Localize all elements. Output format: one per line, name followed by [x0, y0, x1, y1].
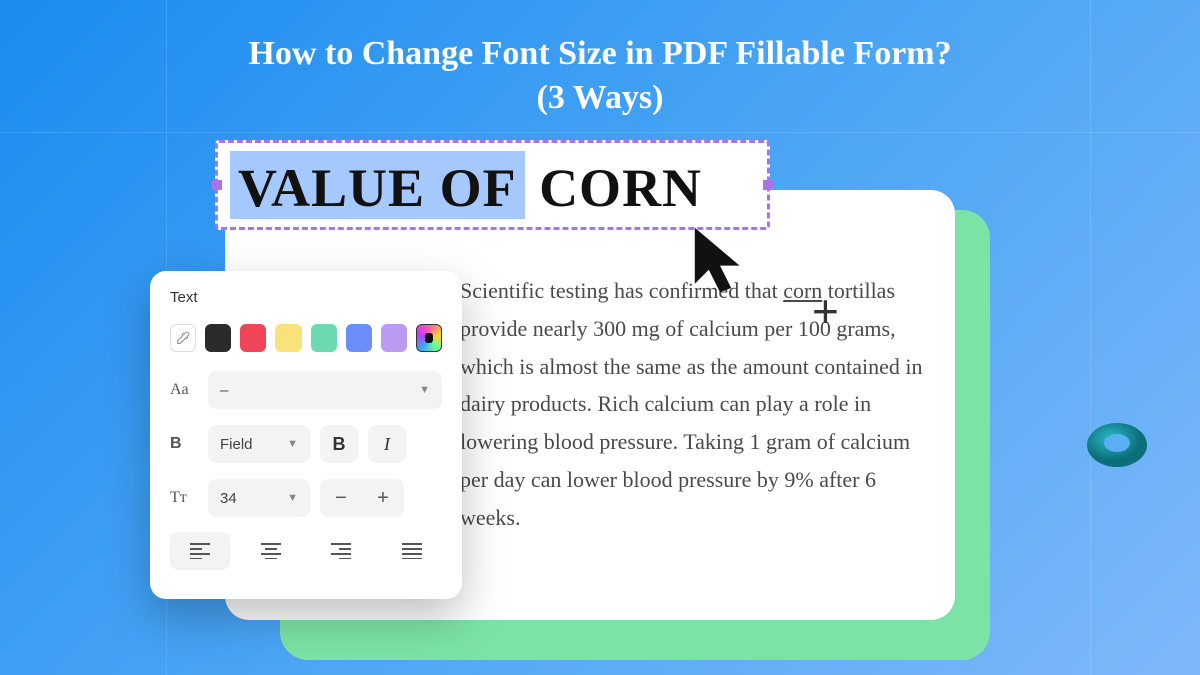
chevron-down-icon: ▼: [419, 384, 430, 396]
font-style-value: Field: [220, 436, 253, 453]
chevron-down-icon: ▼: [287, 438, 298, 450]
heading-highlighted: VALUE OF: [230, 151, 525, 219]
eyedropper-button[interactable]: [170, 324, 196, 352]
color-swatch-row: [170, 324, 442, 352]
font-size-row: Tт 34 ▼ − +: [170, 478, 442, 518]
selected-text-field[interactable]: VALUE OF CORN: [215, 140, 770, 230]
resize-handle-left[interactable]: [212, 180, 222, 190]
font-size-spinner: − +: [320, 479, 404, 517]
align-justify-icon: [402, 543, 422, 559]
bold-button[interactable]: B: [320, 425, 358, 463]
text-size-icon: Tт: [170, 489, 198, 507]
font-style-dropdown[interactable]: Field ▼: [208, 425, 310, 463]
bold-row-icon: B: [170, 435, 198, 453]
title-line1: How to Change Font Size in PDF Fillable …: [248, 35, 951, 72]
color-red[interactable]: [240, 324, 266, 352]
crosshair-icon: +: [812, 284, 839, 338]
font-size-dropdown[interactable]: 34 ▼: [208, 479, 310, 517]
align-right-icon: [331, 543, 351, 559]
italic-button[interactable]: I: [368, 425, 406, 463]
color-picker-button[interactable]: [416, 324, 442, 352]
align-center-button[interactable]: [241, 532, 301, 570]
font-family-icon: Aa: [170, 381, 198, 399]
font-family-dropdown[interactable]: – ▼: [208, 371, 442, 409]
align-left-button[interactable]: [170, 532, 230, 570]
color-teal[interactable]: [311, 324, 337, 352]
document-body-text: Scientific testing has confirmed that co…: [460, 272, 936, 537]
panel-title: Text: [170, 289, 442, 306]
font-style-row: B Field ▼ B I: [170, 424, 442, 464]
align-center-icon: [261, 543, 281, 559]
decrease-size-button[interactable]: −: [320, 479, 362, 517]
font-family-value: –: [220, 382, 228, 399]
resize-handle-right[interactable]: [763, 180, 773, 190]
torus-decoration: [1082, 415, 1152, 475]
text-properties-panel: Text Aa – ▼ B Field ▼ B I Tт 34 ▼: [150, 271, 462, 599]
font-size-value: 34: [220, 490, 237, 507]
align-left-icon: [190, 543, 210, 559]
alignment-row: [170, 532, 442, 570]
color-purple[interactable]: [381, 324, 407, 352]
increase-size-button[interactable]: +: [362, 479, 404, 517]
heading-text[interactable]: VALUE OF CORN: [230, 151, 702, 219]
align-right-button[interactable]: [311, 532, 371, 570]
title-line2: (3 Ways): [537, 79, 664, 116]
chevron-down-icon: ▼: [287, 492, 298, 504]
heading-rest: CORN: [525, 158, 703, 218]
align-justify-button[interactable]: [382, 532, 442, 570]
eyedropper-icon: [175, 330, 191, 346]
color-blue[interactable]: [346, 324, 372, 352]
color-black[interactable]: [205, 324, 231, 352]
font-family-row: Aa – ▼: [170, 370, 442, 410]
page-title: How to Change Font Size in PDF Fillable …: [150, 32, 1050, 120]
color-yellow[interactable]: [275, 324, 301, 352]
